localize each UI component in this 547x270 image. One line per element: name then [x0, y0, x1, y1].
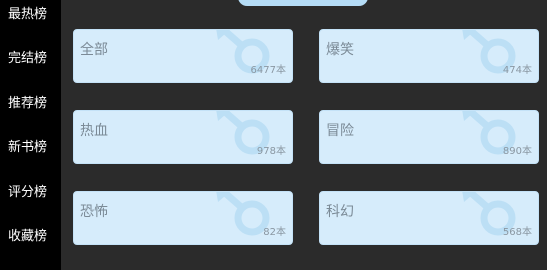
category-count: 6477本 [250, 65, 286, 76]
category-label: 科幻 [326, 204, 354, 220]
category-label: 恐怖 [80, 204, 108, 220]
category-card-all[interactable]: 全部 6477本 [73, 29, 293, 83]
category-label: 热血 [80, 123, 108, 139]
category-count: 474本 [502, 65, 532, 76]
category-count: 568本 [502, 227, 532, 238]
category-card-action[interactable]: 热血 978本 [73, 110, 293, 164]
category-count: 890本 [502, 146, 532, 157]
category-card-adventure[interactable]: 冒险 890本 [319, 110, 539, 164]
category-card-comedy[interactable]: 爆笑 474本 [319, 29, 539, 83]
category-count: 82本 [263, 227, 286, 238]
sidebar-item-rating[interactable]: 评分榜 [0, 178, 61, 208]
category-label: 全部 [80, 42, 108, 58]
category-count: 978本 [256, 146, 286, 157]
category-label: 冒险 [326, 123, 354, 139]
category-card-horror[interactable]: 恐怖 82本 [73, 191, 293, 245]
sidebar-item-favorites[interactable]: 收藏榜 [0, 222, 61, 252]
top-tab-pill[interactable] [238, 0, 368, 6]
sidebar-item-new-books[interactable]: 新书榜 [0, 133, 61, 163]
sidebar-item-recommended[interactable]: 推荐榜 [0, 89, 61, 119]
sidebar-item-hottest[interactable]: 最热榜 [0, 0, 61, 30]
sidebar: 最热榜 完结榜 推荐榜 新书榜 评分榜 收藏榜 [0, 0, 61, 270]
app-root: 最热榜 完结榜 推荐榜 新书榜 评分榜 收藏榜 全部 6477本 爆笑 474本 [0, 0, 547, 270]
sidebar-item-completed[interactable]: 完结榜 [0, 44, 61, 74]
category-label: 爆笑 [326, 42, 354, 58]
category-card-scifi[interactable]: 科幻 568本 [319, 191, 539, 245]
